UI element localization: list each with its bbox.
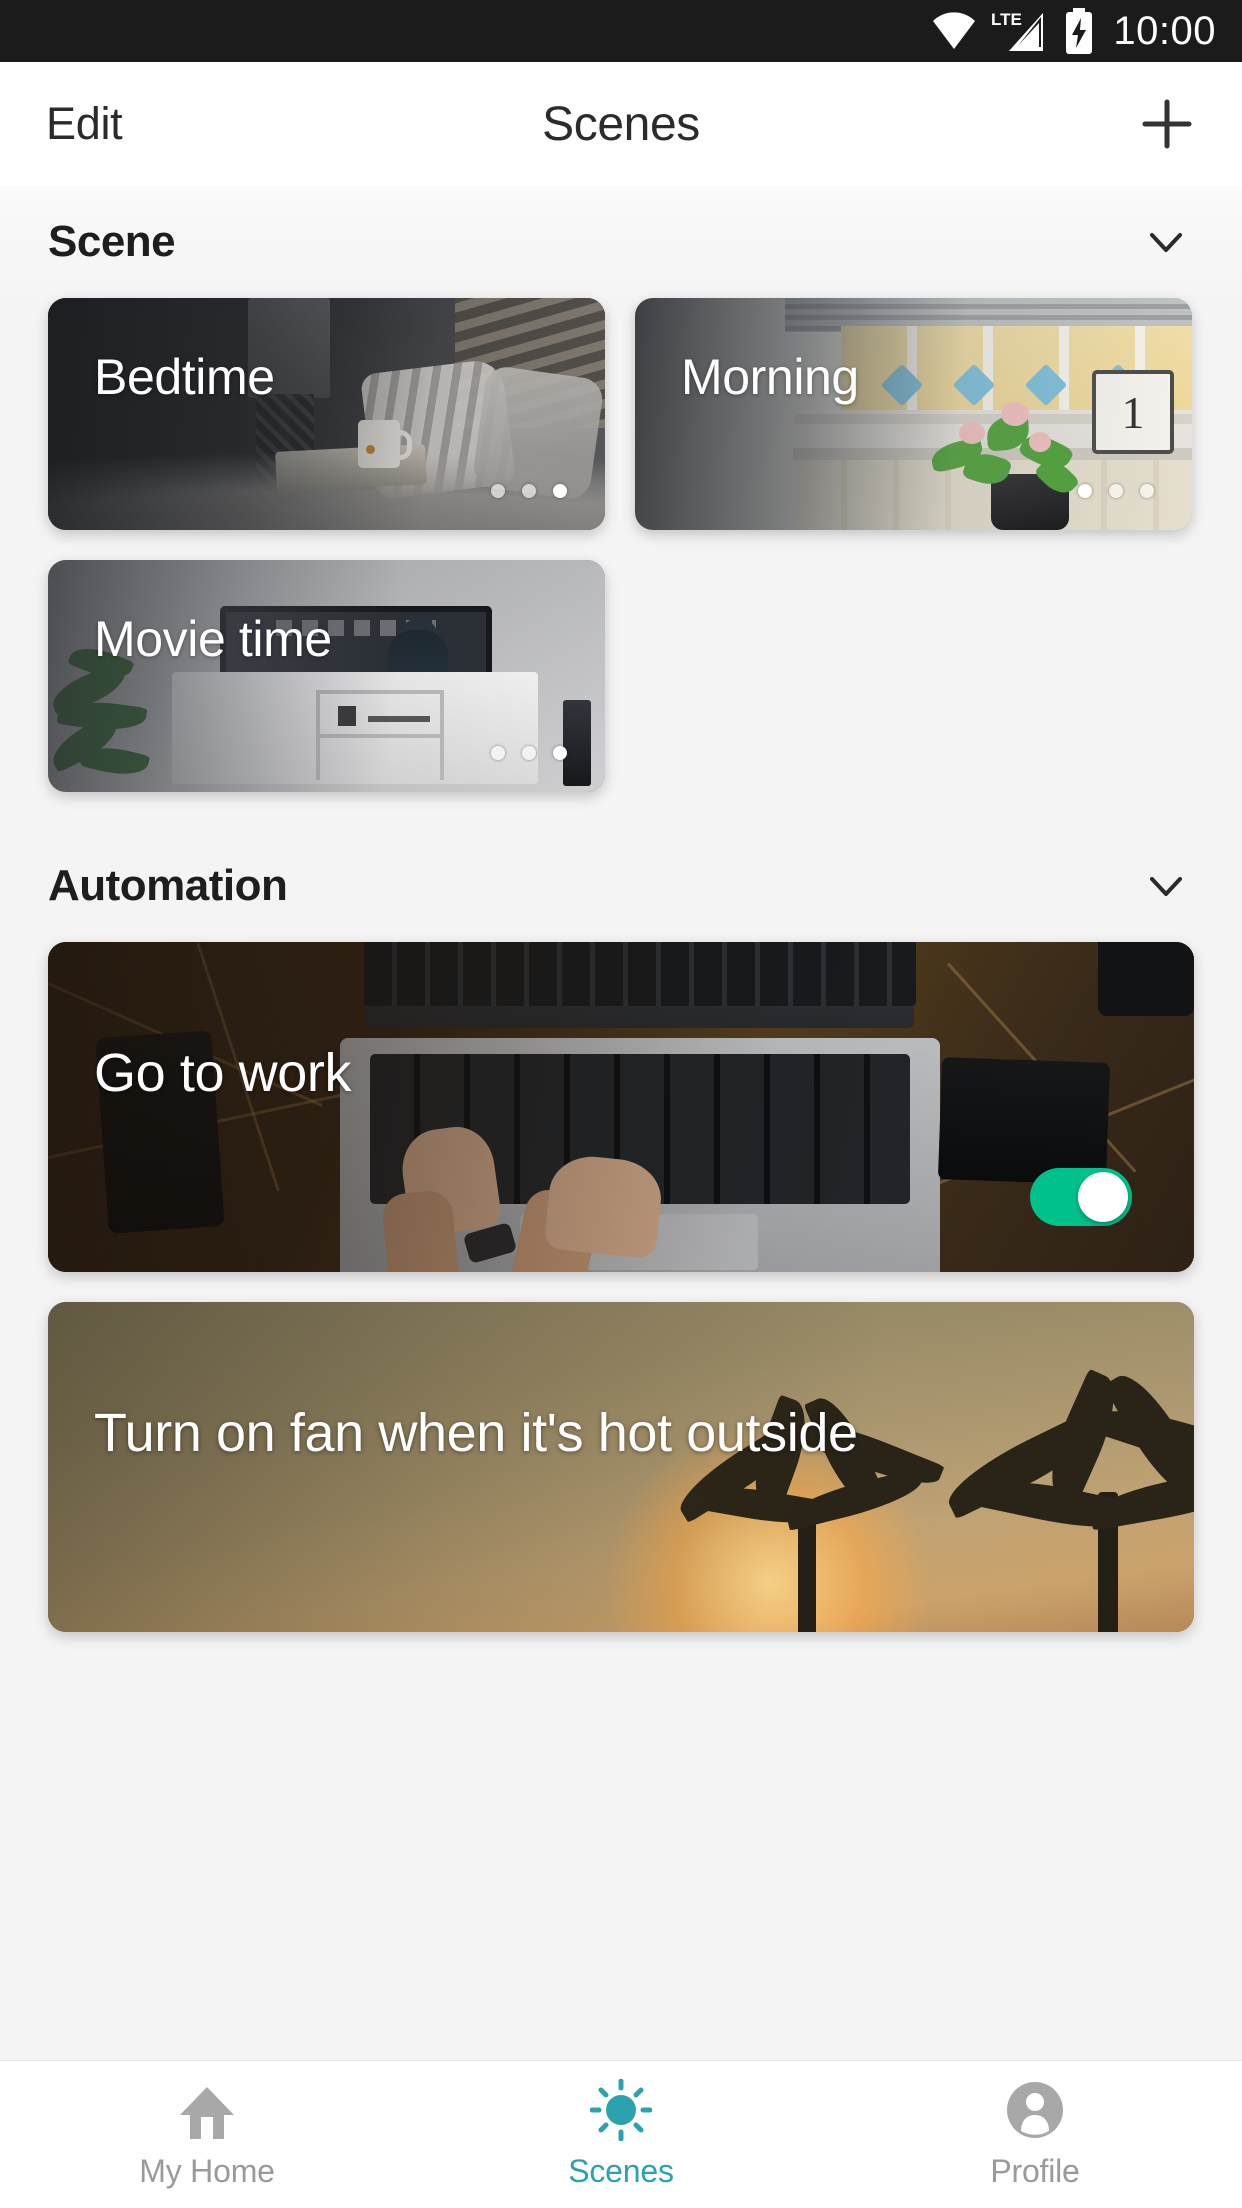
home-icon <box>176 2079 238 2141</box>
automation-toggle[interactable] <box>1030 1168 1132 1226</box>
battery-charging-icon <box>1063 8 1095 54</box>
page-title: Scenes <box>542 97 700 151</box>
automation-list: Go to work Turn on fan when it's hot out… <box>0 942 1242 1632</box>
wifi-icon <box>931 11 977 51</box>
lte-label: LTE <box>991 10 1022 29</box>
toggle-knob <box>1078 1172 1128 1222</box>
automation-artwork-go-to-work <box>48 942 1194 1272</box>
carousel-dots[interactable] <box>1078 484 1154 498</box>
automation-card-go-to-work[interactable]: Go to work <box>48 942 1194 1272</box>
status-bar: LTE 10:00 <box>0 0 1242 62</box>
nav-item-my-home[interactable]: My Home <box>0 2079 414 2190</box>
nav-label: Profile <box>990 2153 1080 2189</box>
bottom-nav: My Home Scenes Profile <box>0 2060 1242 2208</box>
person-icon <box>1004 2079 1066 2141</box>
section-header-automation[interactable]: Automation <box>0 830 1242 942</box>
automation-artwork-turn-on-fan <box>48 1302 1194 1632</box>
nav-label: Scenes <box>568 2153 674 2189</box>
chevron-down-icon[interactable] <box>1138 214 1194 270</box>
scene-label: Movie time <box>94 611 332 667</box>
edit-button[interactable]: Edit <box>46 98 123 150</box>
app-header: Edit Scenes <box>0 62 1242 186</box>
nav-item-scenes[interactable]: Scenes <box>414 2079 828 2190</box>
carousel-dots[interactable] <box>491 484 567 498</box>
scroll-area[interactable]: Scene Bedtime Morning Movie time Automat… <box>0 186 1242 2118</box>
status-time: 10:00 <box>1113 9 1216 53</box>
plus-icon <box>1142 99 1192 149</box>
add-scene-button[interactable] <box>1132 89 1202 159</box>
scene-card-bedtime[interactable]: Bedtime <box>48 298 605 530</box>
automation-card-turn-on-fan[interactable]: Turn on fan when it's hot outside <box>48 1302 1194 1632</box>
chevron-down-icon[interactable] <box>1138 858 1194 914</box>
scene-label: Morning <box>681 349 859 405</box>
nav-label: My Home <box>139 2153 275 2189</box>
nav-item-profile[interactable]: Profile <box>828 2079 1242 2190</box>
sun-icon <box>590 2079 652 2141</box>
section-header-scene[interactable]: Scene <box>0 186 1242 298</box>
scene-label: Bedtime <box>94 349 275 405</box>
scene-card-movie-time[interactable]: Movie time <box>48 560 605 792</box>
automation-label: Turn on fan when it's hot outside <box>94 1403 858 1463</box>
scene-grid: Bedtime 1 <box>0 298 1242 792</box>
scene-card-morning[interactable]: 1 Morning <box>635 298 1192 530</box>
lte-signal-icon: LTE <box>991 9 1049 53</box>
section-title-automation: Automation <box>48 861 288 910</box>
automation-label: Go to work <box>94 1043 352 1103</box>
section-title-scene: Scene <box>48 217 176 266</box>
carousel-dots[interactable] <box>491 746 567 760</box>
